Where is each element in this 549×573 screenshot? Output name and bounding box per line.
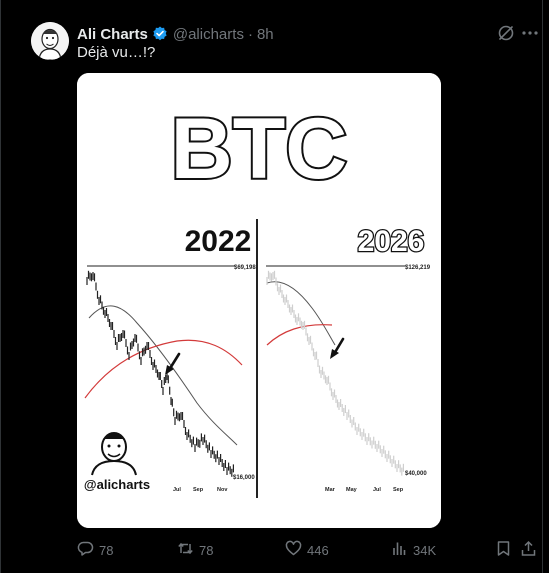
- header-separator: ·: [247, 25, 253, 43]
- views-icon: [391, 540, 413, 560]
- right-tick-mar: Mar: [325, 487, 336, 493]
- left-bottom-price-label: $16,000: [233, 475, 255, 481]
- verified-badge-icon[interactable]: [152, 26, 168, 42]
- share-icon: [520, 540, 542, 560]
- left-tick-jul: Jul: [173, 487, 181, 493]
- share-button[interactable]: [520, 540, 542, 560]
- views-count: 34K: [413, 542, 437, 558]
- watermark-handle: @alicharts: [84, 477, 150, 492]
- more-icon[interactable]: [520, 24, 540, 42]
- like-count: 446: [307, 542, 329, 558]
- views-button[interactable]: 34K: [391, 540, 436, 560]
- repost-count: 78: [199, 542, 214, 558]
- avatar[interactable]: [31, 22, 69, 60]
- reply-count: 78: [99, 542, 114, 558]
- tweet-actions: 78 78 446 34K: [77, 540, 537, 560]
- grok-icon[interactable]: [497, 24, 515, 42]
- right-top-price-label: $126,219: [405, 265, 431, 271]
- tweet-text: Déjà vu…!?: [77, 44, 156, 61]
- left-tick-nov: Nov: [217, 487, 228, 493]
- reply-icon: [77, 540, 99, 560]
- heart-icon: [285, 540, 307, 560]
- tweet-media-image[interactable]: BTC 2022 2026 $69,198 $126,219 $16,000 $…: [77, 73, 441, 528]
- tweet-header: Ali Charts @alicharts · 8h: [77, 25, 274, 43]
- right-tick-sep: Sep: [393, 487, 404, 493]
- media-title: BTC: [171, 101, 348, 197]
- left-tick-sep: Sep: [193, 487, 204, 493]
- right-tick-jul: Jul: [373, 487, 381, 493]
- reply-button[interactable]: 78: [77, 540, 113, 560]
- right-year-label: 2026: [358, 225, 425, 258]
- left-top-price-label: $69,198: [234, 265, 256, 271]
- right-tick-may: May: [346, 487, 358, 493]
- author-name[interactable]: Ali Charts: [77, 26, 148, 43]
- left-year-label: 2022: [185, 225, 252, 258]
- right-bottom-price-label: $40,000: [405, 471, 427, 477]
- tweet[interactable]: Ali Charts @alicharts · 8h Déjà vu…!? BT…: [0, 0, 549, 573]
- tweet-timestamp[interactable]: 8h: [257, 26, 274, 43]
- repost-icon: [177, 540, 199, 560]
- like-button[interactable]: 446: [285, 540, 329, 560]
- bookmark-button[interactable]: [495, 540, 517, 560]
- author-handle[interactable]: @alicharts: [173, 26, 244, 43]
- repost-button[interactable]: 78: [177, 540, 213, 560]
- bookmark-icon: [495, 540, 517, 560]
